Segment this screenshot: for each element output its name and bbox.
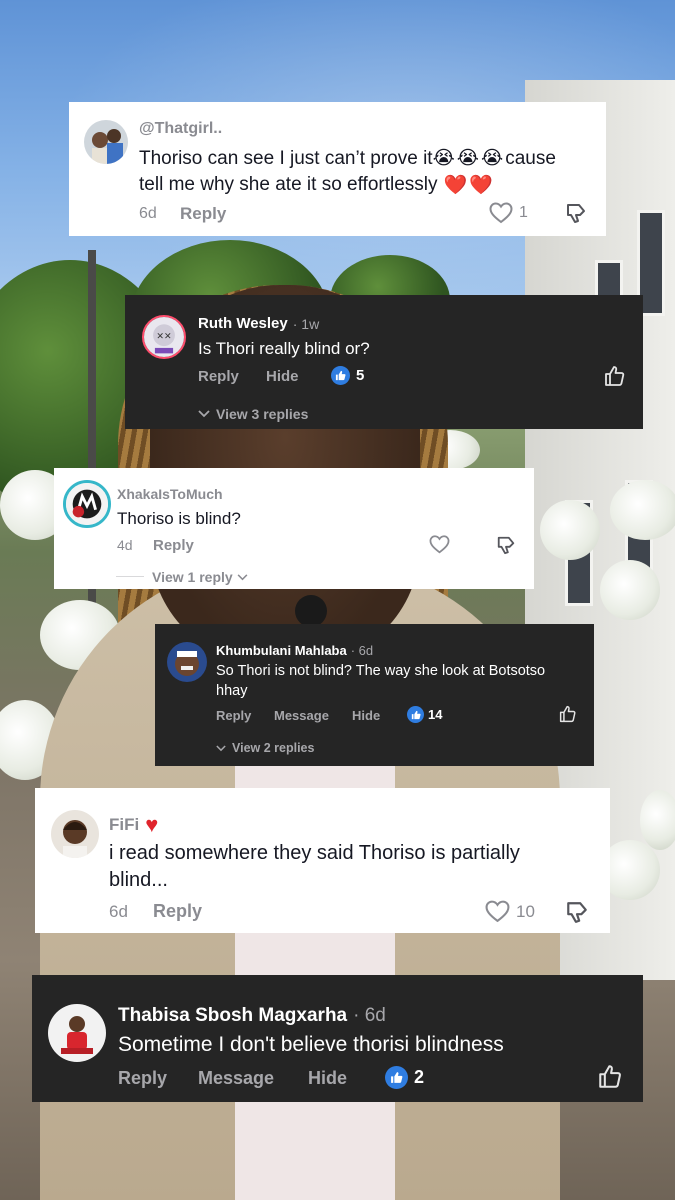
comment-time: · 6d bbox=[353, 1005, 386, 1026]
heart-outline-icon bbox=[489, 202, 513, 224]
thumbs-down-icon bbox=[565, 202, 587, 224]
avatar[interactable] bbox=[63, 480, 111, 528]
crying-emoji: 😭😭😭 bbox=[432, 148, 506, 169]
flower bbox=[610, 480, 675, 540]
svg-text:✕✕: ✕✕ bbox=[156, 332, 171, 342]
username-heart: ♥ bbox=[145, 812, 159, 837]
dislike-button[interactable] bbox=[496, 535, 516, 555]
thumbs-up-filled-icon bbox=[385, 1066, 408, 1089]
thumbs-up-button[interactable] bbox=[559, 705, 577, 723]
thumbs-up-filled-icon bbox=[407, 706, 424, 723]
comment-card: ✕✕ Ruth Wesley · 1w Is Thori really blin… bbox=[125, 295, 643, 429]
like-button[interactable]: 2 bbox=[385, 1066, 424, 1089]
comment-text: Thoriso is blind? bbox=[117, 509, 241, 528]
comment-text: tell me why she ate it so effortlessly bbox=[139, 174, 438, 195]
thumbs-down-icon bbox=[565, 900, 589, 924]
comment-time: · 1w bbox=[292, 315, 320, 332]
comment-text: cause bbox=[505, 147, 556, 169]
comment-header: Thabisa Sbosh Magxarha · 6d bbox=[118, 1005, 386, 1027]
avatar[interactable] bbox=[167, 642, 207, 682]
like-count: 5 bbox=[356, 367, 365, 384]
comment-username[interactable]: Thabisa Sbosh Magxarha bbox=[118, 1005, 347, 1027]
chevron-down-icon bbox=[237, 573, 248, 581]
comment-time: · 6d bbox=[350, 643, 374, 658]
heart-outline-icon bbox=[485, 900, 510, 923]
thumbs-up-button[interactable] bbox=[598, 1064, 623, 1089]
thumbs-up-button[interactable] bbox=[604, 365, 626, 387]
like-count: 2 bbox=[414, 1067, 425, 1087]
comment-text: Sometime I don't believe thorisi blindne… bbox=[118, 1033, 504, 1056]
like-button[interactable]: 14 bbox=[407, 706, 442, 723]
comment-text: hhay bbox=[216, 683, 248, 699]
chevron-down-icon bbox=[216, 744, 226, 752]
comment-card: @Thatgirl.. Thoriso can see I just can’t… bbox=[69, 102, 606, 236]
comment-text-line: tell me why she ate it so effortlessly ❤… bbox=[139, 173, 495, 197]
comment-time: 6d bbox=[139, 205, 157, 222]
reply-button[interactable]: Reply bbox=[153, 901, 202, 922]
heart-outline-icon bbox=[429, 535, 450, 554]
comment-card: Thabisa Sbosh Magxarha · 6d Sometime I d… bbox=[32, 975, 643, 1102]
comment-card: Khumbulani Mahlaba · 6d So Thori is not … bbox=[155, 624, 594, 766]
flower bbox=[540, 500, 600, 560]
comment-username[interactable]: Khumbulani Mahlaba bbox=[216, 643, 347, 658]
avatar[interactable] bbox=[84, 120, 128, 164]
message-button[interactable]: Message bbox=[198, 1068, 274, 1089]
like-count: 1 bbox=[519, 204, 528, 221]
comment-header: FiFi ♥ bbox=[109, 812, 158, 838]
like-button[interactable]: 1 bbox=[489, 202, 528, 224]
thumbs-up-icon bbox=[604, 365, 626, 387]
thumbs-up-icon bbox=[559, 705, 577, 723]
comment-text: Is Thori really blind or? bbox=[198, 339, 370, 358]
comment-text-line: Thoriso can see I just can’t prove it 😭😭… bbox=[139, 147, 556, 170]
comment-text: Thoriso can see I just can’t prove it bbox=[139, 147, 433, 169]
view-replies-link[interactable]: View 1 reply bbox=[152, 569, 248, 585]
view-replies-link[interactable]: View 2 replies bbox=[216, 741, 314, 755]
thumbs-up-filled-icon bbox=[331, 366, 350, 385]
comment-username[interactable]: XhakaIsToMuch bbox=[117, 486, 223, 502]
flower bbox=[600, 560, 660, 620]
hide-button[interactable]: Hide bbox=[308, 1068, 347, 1089]
like-button[interactable] bbox=[429, 535, 450, 554]
replies-divider bbox=[116, 576, 144, 577]
thumbs-up-icon bbox=[598, 1064, 623, 1089]
like-count: 10 bbox=[516, 901, 535, 921]
comment-header: Ruth Wesley · 1w bbox=[198, 315, 319, 332]
view-replies-label: View 3 replies bbox=[216, 406, 309, 422]
comment-text: i read somewhere they said Thoriso is pa… bbox=[109, 842, 520, 864]
avatar[interactable] bbox=[48, 1004, 106, 1062]
dislike-button[interactable] bbox=[565, 900, 589, 924]
comment-username[interactable]: @Thatgirl.. bbox=[139, 120, 222, 138]
hide-button[interactable]: Hide bbox=[352, 708, 380, 723]
comment-card: XhakaIsToMuch Thoriso is blind? 4d Reply… bbox=[54, 468, 534, 589]
like-button[interactable]: 10 bbox=[485, 900, 535, 923]
reply-button[interactable]: Reply bbox=[198, 368, 239, 385]
dislike-button[interactable] bbox=[565, 202, 587, 224]
comment-header: Khumbulani Mahlaba · 6d bbox=[216, 643, 373, 658]
avatar[interactable]: ✕✕ bbox=[142, 315, 186, 359]
comment-card: FiFi ♥ i read somewhere they said Thoris… bbox=[35, 788, 610, 933]
comment-time: 6d bbox=[109, 902, 128, 921]
comment-username[interactable]: Ruth Wesley bbox=[198, 315, 288, 332]
avatar[interactable] bbox=[51, 810, 99, 858]
flower bbox=[640, 790, 675, 850]
message-button[interactable]: Message bbox=[274, 708, 329, 723]
reply-button[interactable]: Reply bbox=[180, 204, 226, 224]
reply-button[interactable]: Reply bbox=[118, 1068, 167, 1089]
reply-button[interactable]: Reply bbox=[216, 708, 251, 723]
view-replies-label: View 2 replies bbox=[232, 741, 315, 755]
view-replies-link[interactable]: View 3 replies bbox=[198, 406, 308, 422]
like-button[interactable]: 5 bbox=[331, 366, 364, 385]
microphone bbox=[295, 595, 327, 627]
chevron-down-icon bbox=[198, 410, 210, 418]
like-count: 14 bbox=[428, 707, 443, 722]
comment-text: blind... bbox=[109, 869, 168, 891]
comment-username[interactable]: FiFi bbox=[109, 815, 139, 835]
thumbs-down-icon bbox=[496, 535, 516, 555]
view-replies-label: View 1 reply bbox=[152, 569, 233, 585]
hide-button[interactable]: Hide bbox=[266, 368, 299, 385]
comment-text: So Thori is not blind? The way she look … bbox=[216, 663, 546, 679]
comment-time: 4d bbox=[117, 537, 133, 553]
reply-button[interactable]: Reply bbox=[153, 537, 194, 554]
heart-emoji: ❤️❤️ bbox=[443, 175, 495, 196]
